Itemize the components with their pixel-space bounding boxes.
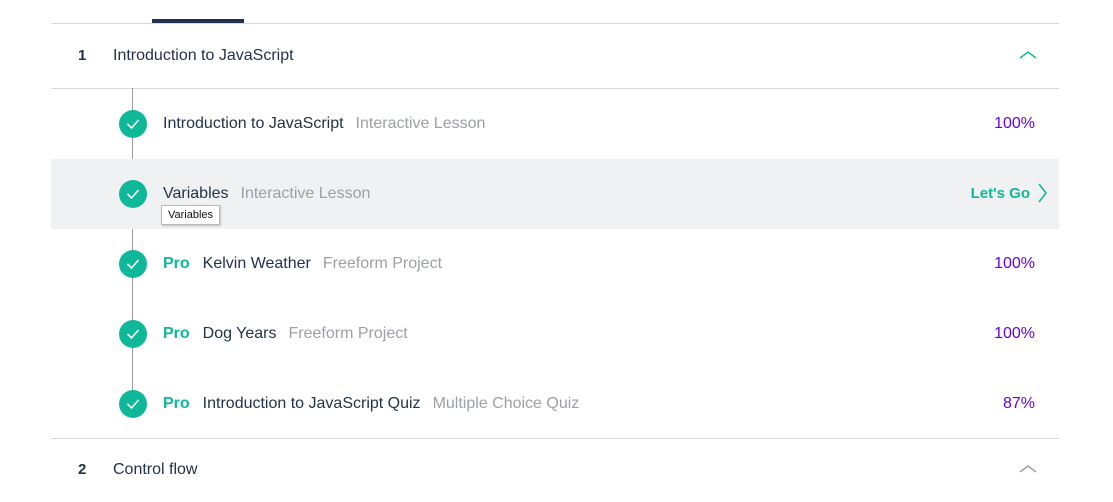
lesson-progress: 87%: [1002, 395, 1035, 412]
check-circle-icon: [119, 390, 147, 418]
lesson-name[interactable]: Introduction to JavaScript: [163, 115, 344, 132]
chevron-up-icon[interactable]: [1019, 462, 1037, 476]
lesson-type: Multiple Choice Quiz: [432, 395, 580, 412]
section-header-1[interactable]: 1 Introduction to JavaScript: [51, 24, 1059, 88]
pro-badge: Pro: [163, 255, 190, 272]
check-circle-icon: [119, 180, 147, 208]
pro-badge: Pro: [163, 325, 190, 342]
lesson-type: Freeform Project: [322, 255, 443, 272]
lesson-type: Interactive Lesson: [355, 115, 486, 132]
section-title[interactable]: Control flow: [113, 438, 197, 502]
section-header-2[interactable]: 2 Control flow: [51, 438, 1059, 502]
lesson-progress: 100%: [994, 255, 1035, 272]
lesson-name[interactable]: Dog Years: [203, 325, 277, 342]
check-circle-icon: [119, 250, 147, 278]
check-circle-icon: [119, 320, 147, 348]
pro-badge: Pro: [163, 395, 190, 412]
check-circle-icon: [119, 110, 147, 138]
lesson-row[interactable]: Pro Introduction to JavaScript Quiz Multip…: [51, 369, 1059, 439]
section-number: 2: [78, 461, 87, 478]
lesson-type: Interactive Lesson: [240, 185, 371, 202]
lets-go-label: Let's Go: [970, 185, 1030, 202]
section-number: 1: [78, 47, 87, 64]
chevron-up-icon[interactable]: [1019, 48, 1037, 62]
lesson-progress: 100%: [994, 115, 1035, 132]
lets-go-button[interactable]: Let's Go: [970, 159, 1048, 229]
lesson-row[interactable]: Introduction to JavaScript Interactive Le…: [51, 89, 1059, 159]
lesson-row[interactable]: Pro Dog Years Freeform Project 100%: [51, 299, 1059, 369]
lesson-name[interactable]: Introduction to JavaScript Quiz: [203, 395, 421, 412]
lesson-type: Freeform Project: [288, 325, 408, 342]
section-title[interactable]: Introduction to JavaScript: [113, 24, 294, 88]
tooltip: Variables: [161, 205, 221, 225]
chevron-right-icon: [1038, 183, 1048, 203]
lesson-progress: 100%: [994, 325, 1035, 342]
lesson-name[interactable]: Kelvin Weather: [203, 255, 311, 272]
lesson-row[interactable]: Pro Kelvin Weather Freeform Project 100%: [51, 229, 1059, 299]
lesson-name[interactable]: Variables: [163, 185, 229, 202]
